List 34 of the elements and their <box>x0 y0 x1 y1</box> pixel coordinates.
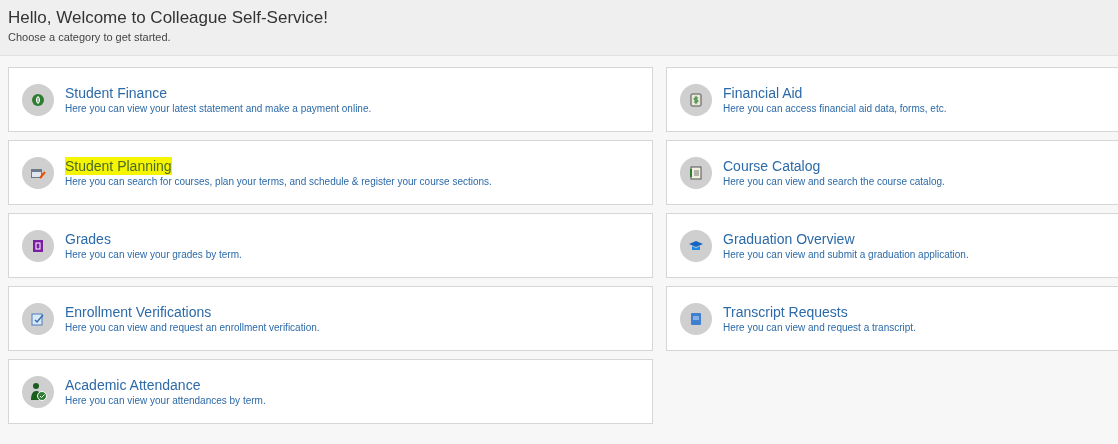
category-title: Grades <box>65 229 111 248</box>
category-description: Here you can view and search the course catalog. <box>723 174 945 189</box>
category-description: Here you can view and submit a graduation application. <box>723 247 969 262</box>
category-card[interactable]: Graduation Overview Here you can view and submit a graduation application. <box>666 213 1118 278</box>
dollar-document-icon <box>688 91 704 108</box>
person-check-icon <box>28 381 48 402</box>
category-card[interactable]: Student Planning Here you can search for courses, plan your terms, and schedule & register your course sections. <box>8 140 653 205</box>
category-card[interactable]: Enrollment Verifications Here you can view and request an enrollment verification. <box>8 286 653 351</box>
checklist-icon <box>30 310 46 327</box>
header-subtitle: Choose a category to get started. <box>8 30 172 44</box>
category-description: Here you can view your attendances by term. <box>65 393 266 408</box>
document-icon <box>688 310 704 327</box>
category-card[interactable]: Course Catalog Here you can view and search the course catalog. <box>666 140 1118 205</box>
category-title: Transcript Requests <box>723 302 848 321</box>
notebook-icon <box>688 164 704 181</box>
category-card[interactable]: Student Finance Here you can view your latest statement and make a payment online. <box>8 67 653 132</box>
category-card[interactable]: Transcript Requests Here you can view and request a transcript. <box>666 286 1118 351</box>
category-title: Student Planning <box>65 156 172 175</box>
category-description: Here you can view your latest statement and make a payment online. <box>65 101 372 116</box>
category-title: Course Catalog <box>723 156 821 175</box>
category-description: Here you can search for courses, plan your terms, and schedule & register your course sections. <box>65 174 492 189</box>
welcome-title: Hello, Welcome to Colleague Self-Service! <box>8 7 328 29</box>
category-description: Here you can view and request an enrollment verification. <box>65 320 320 335</box>
category-description: Here you can view and request a transcript. <box>723 320 916 335</box>
category-card[interactable]: Academic Attendance Here you can view your attendances by term. <box>8 359 653 424</box>
category-title: Financial Aid <box>723 83 803 102</box>
category-title: Student Finance <box>65 83 167 102</box>
category-card[interactable]: Financial Aid Here you can access financial aid data, forms, etc. <box>666 67 1118 132</box>
category-description: Here you can access financial aid data, forms, etc. <box>723 101 947 116</box>
category-title: Enrollment Verifications <box>65 302 212 321</box>
category-title: Graduation Overview <box>723 229 855 248</box>
category-title: Academic Attendance <box>65 375 201 394</box>
category-description: Here you can view your grades by term. <box>65 247 242 262</box>
category-card[interactable]: Grades Here you can view your grades by term. <box>8 213 653 278</box>
